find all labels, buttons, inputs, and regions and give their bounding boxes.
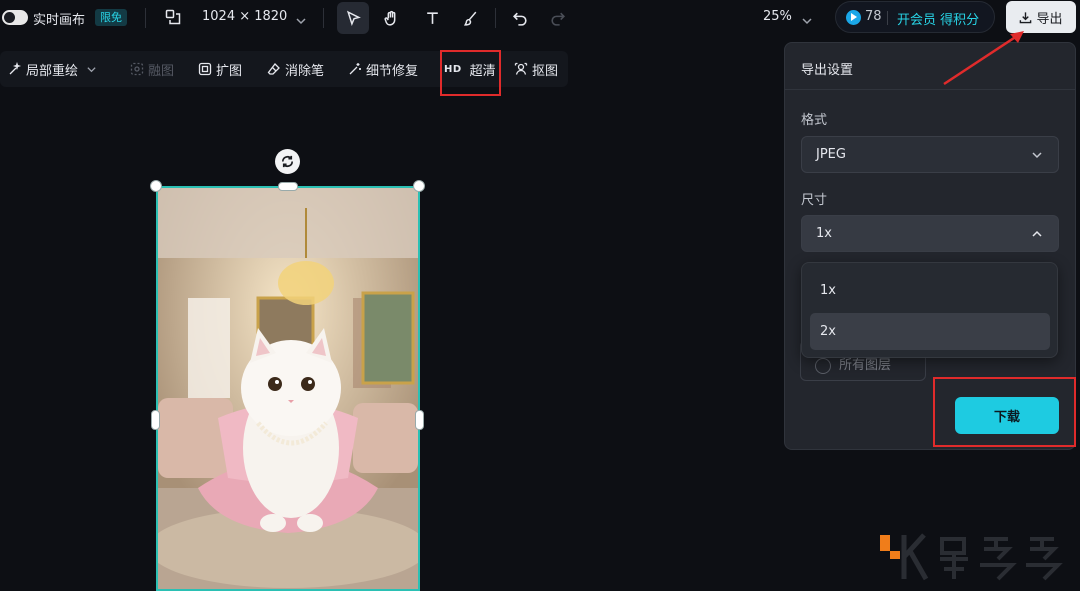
divider: [785, 89, 1075, 90]
local-redraw-button[interactable]: 局部重绘: [8, 60, 97, 79]
text-tool-button[interactable]: [416, 2, 448, 34]
eraser-button[interactable]: 消除笔: [267, 60, 325, 79]
divider: [495, 8, 496, 28]
canvas-size-value[interactable]: 1024 × 1820: [202, 9, 287, 24]
annotation-arrow: [943, 31, 1024, 86]
detail-repair-button[interactable]: 细节修复: [348, 60, 419, 79]
blend-icon: [130, 62, 144, 76]
size-option-1x[interactable]: 1x: [810, 272, 1050, 309]
size-label: 尺寸: [801, 193, 828, 208]
eraser-label: 消除笔: [285, 63, 325, 79]
cat-photo-illustration: [158, 188, 418, 589]
resize-handle-top-right[interactable]: [413, 180, 425, 192]
text-icon: [426, 11, 438, 24]
top-bar: 实时画布 限免 1024 × 1820 25% 78 开会员 得积分 导出: [0, 0, 1080, 36]
blend-label: 融图: [148, 63, 175, 79]
canvas-image[interactable]: [156, 186, 420, 591]
live-canvas-label: 实时画布: [33, 13, 86, 28]
resize-handle-top[interactable]: [278, 182, 298, 191]
expand-button[interactable]: 扩图: [198, 60, 243, 79]
export-label: 导出: [1036, 11, 1063, 27]
download-icon: [1020, 11, 1032, 23]
local-redraw-label: 局部重绘: [26, 63, 79, 79]
divider: [887, 11, 888, 25]
resize-handle-left[interactable]: [151, 410, 160, 430]
points-value: 78: [865, 9, 882, 24]
cutout-icon: [514, 62, 528, 75]
resize-handle-right[interactable]: [415, 410, 424, 430]
rotate-handle[interactable]: [275, 149, 300, 174]
cutout-button[interactable]: 抠图: [514, 60, 559, 79]
undo-button[interactable]: [504, 2, 536, 34]
chevron-down-icon: [1032, 151, 1042, 158]
panel-title: 导出设置: [801, 63, 854, 78]
size-select[interactable]: 1x: [801, 215, 1059, 252]
redo-button[interactable]: [541, 2, 573, 34]
pointer-icon: [346, 10, 361, 26]
points-icon: [846, 10, 861, 25]
size-option-2x[interactable]: 2x: [810, 313, 1050, 350]
expand-label: 扩图: [216, 63, 243, 79]
divider: [323, 8, 324, 28]
blend-button[interactable]: 融图: [130, 60, 175, 79]
eraser-icon: [267, 63, 280, 75]
format-label: 格式: [801, 113, 828, 128]
resize-handle-top-left[interactable]: [150, 180, 162, 192]
hand-tool-button[interactable]: [375, 2, 407, 34]
redo-icon: [550, 12, 565, 26]
chevron-up-icon: [1032, 230, 1042, 237]
hand-icon: [383, 10, 395, 26]
chevron-down-icon[interactable]: [295, 12, 307, 31]
brush-icon: [463, 11, 476, 26]
cutout-label: 抠图: [532, 63, 559, 79]
annotation-highlight-download: [933, 377, 1076, 447]
brush-tool-button[interactable]: [454, 2, 486, 34]
magic-brush-icon: [9, 62, 22, 75]
expand-icon: [198, 62, 212, 76]
format-select[interactable]: JPEG: [801, 136, 1059, 173]
size-dropdown-menu: 1x 2x: [801, 262, 1058, 358]
format-value: JPEG: [816, 147, 846, 162]
divider: [145, 8, 146, 28]
undo-icon: [512, 12, 527, 26]
zoom-value[interactable]: 25%: [763, 9, 792, 24]
watermark-logo: [880, 533, 1063, 581]
size-value: 1x: [816, 226, 832, 241]
detail-repair-label: 细节修复: [366, 63, 419, 79]
canvas-resize-icon[interactable]: [165, 9, 181, 29]
live-canvas-toggle[interactable]: [2, 10, 28, 25]
limited-free-badge: 限免: [95, 9, 127, 26]
chevron-down-icon: [87, 66, 96, 72]
chevron-down-icon[interactable]: [801, 12, 813, 31]
select-tool-button[interactable]: [337, 2, 369, 34]
wand-icon: [349, 63, 361, 75]
rotate-icon: [281, 155, 294, 168]
annotation-highlight-hd: [440, 50, 501, 96]
